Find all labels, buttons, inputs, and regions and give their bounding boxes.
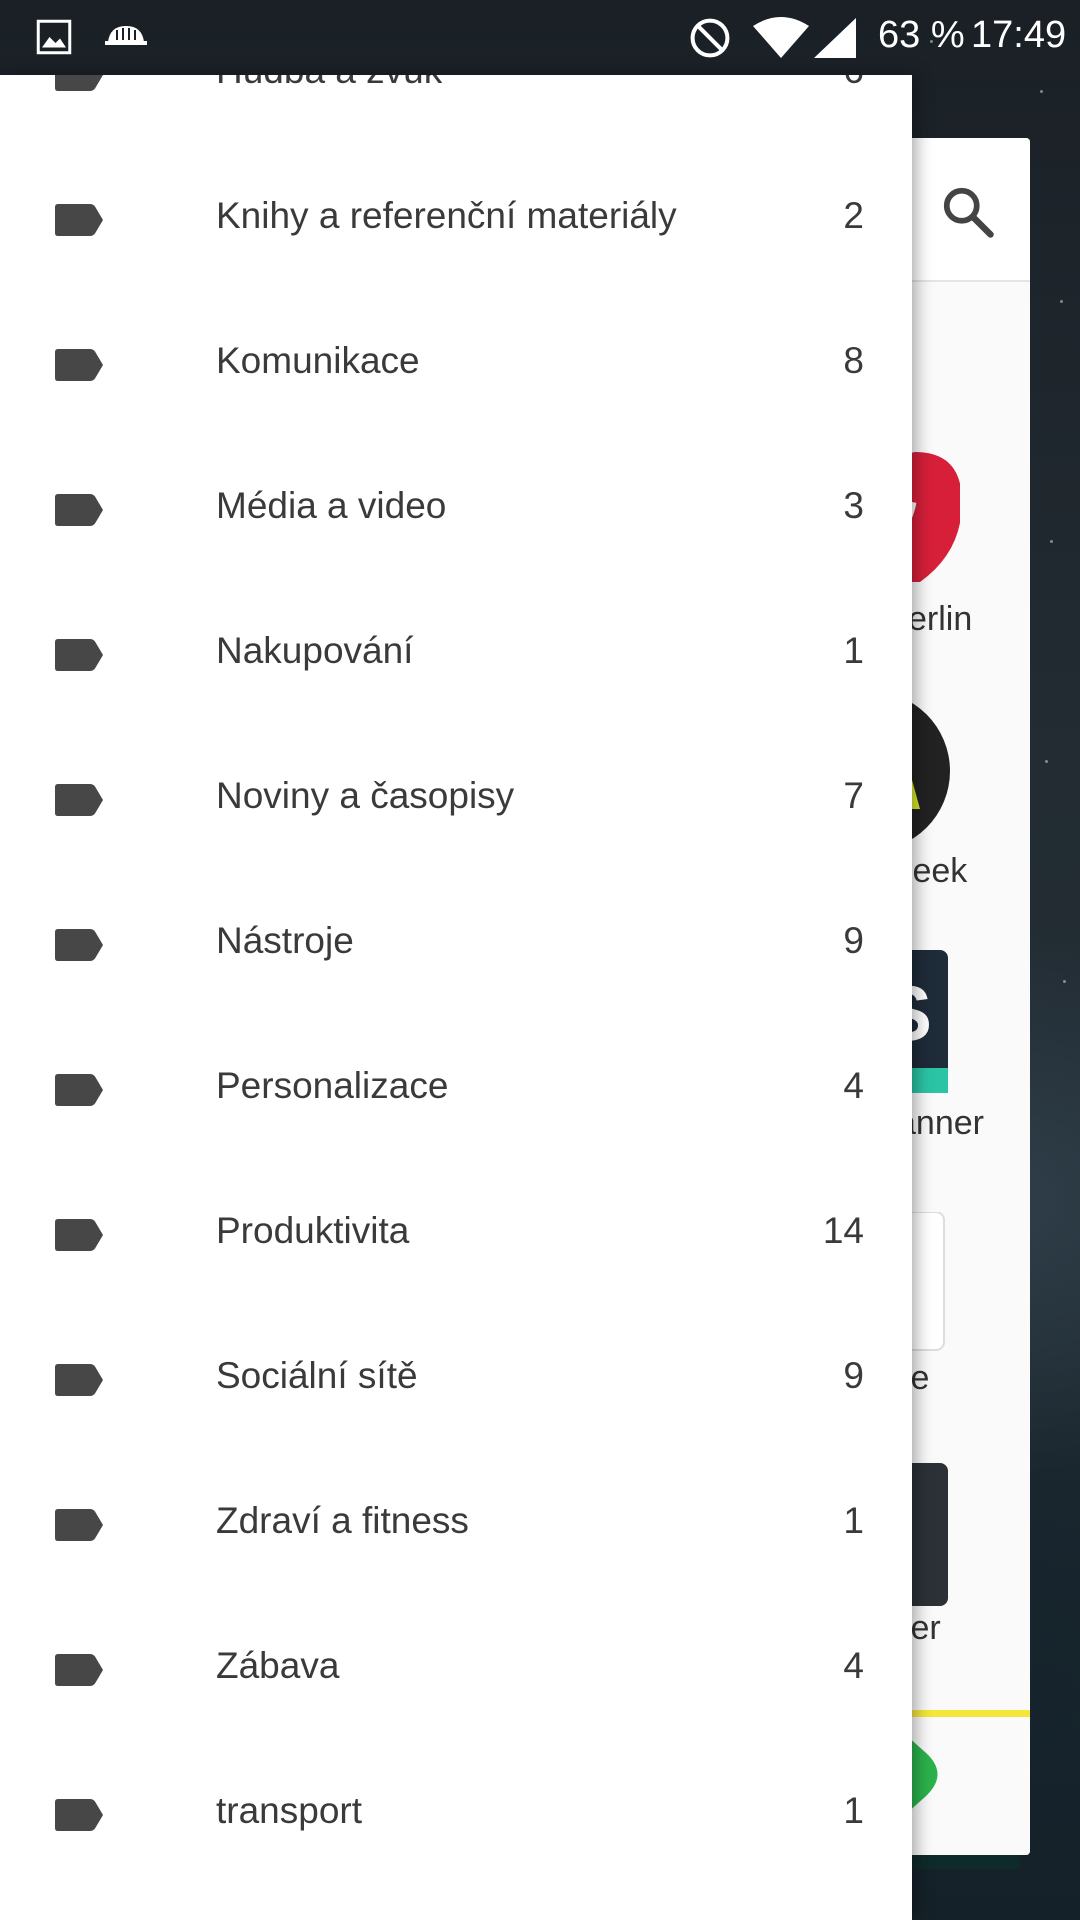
category-label: Personalizace [216,1065,449,1106]
category-item[interactable]: transport 1 [0,1742,912,1887]
label-icon [55,349,103,381]
battery-percentage: 63 % [878,14,965,56]
category-label: Zábava [216,1645,340,1686]
label-icon [55,929,103,961]
category-label: Noviny a časopisy [216,775,515,816]
category-item[interactable]: Zdraví a fitness 1 [0,1452,912,1597]
category-item[interactable]: Média a video 3 [0,437,912,582]
label-icon [55,1364,103,1396]
category-list: Hudba a zvuk 6 Knihy a referenční materi… [0,75,912,1887]
category-item[interactable]: Nástroje 9 [0,872,912,1017]
category-item[interactable]: Noviny a časopisy 7 [0,727,912,872]
category-count: 6 [843,75,864,92]
label-icon [55,1219,103,1251]
star [1050,540,1053,543]
category-label: Produktivita [216,1210,410,1251]
category-label: Zdraví a fitness [216,1500,469,1541]
category-label: Média a video [216,485,447,526]
category-count: 2 [843,195,864,236]
category-item[interactable]: Nakupování 1 [0,582,912,727]
category-label: Hudba a zvuk [216,75,442,92]
label-icon [55,639,103,671]
search-icon[interactable] [938,182,998,242]
cell-signal-icon [814,18,856,58]
category-item[interactable]: Sociální sítě 9 [0,1307,912,1452]
category-item[interactable]: Zábava 4 [0,1597,912,1742]
image-icon [36,19,72,55]
status-bar: 63 % 17:49 [0,0,1080,75]
category-count: 1 [843,1790,864,1831]
label-icon [55,1654,103,1686]
wifi-icon [753,17,809,58]
incognito-icon [105,26,147,45]
category-label: Sociální sítě [216,1355,418,1396]
navigation-drawer: Hudba a zvuk 6 Knihy a referenční materi… [0,75,912,1920]
category-count: 3 [843,485,864,526]
category-label: transport [216,1790,363,1831]
star [1063,980,1066,983]
label-icon [55,1509,103,1541]
category-count: 1 [843,1500,864,1541]
category-count: 8 [843,340,864,381]
category-item[interactable]: Produktivita 14 [0,1162,912,1307]
category-count: 1 [843,630,864,671]
category-count: 9 [843,1355,864,1396]
star [1040,90,1043,93]
category-label: Knihy a referenční materiály [216,195,677,236]
app-label: erlin [908,600,973,638]
category-count: 7 [843,775,864,816]
label-icon [55,75,103,91]
star [1045,760,1048,763]
category-label: Nástroje [216,920,354,961]
category-count: 4 [843,1065,864,1106]
clock: 17:49 [971,14,1067,56]
category-item[interactable]: Komunikace 8 [0,292,912,437]
category-item[interactable]: Hudba a zvuk 6 [0,75,912,147]
category-label: Nakupování [216,630,414,671]
label-icon [55,784,103,816]
label-icon [55,494,103,526]
category-label: Komunikace [216,340,420,381]
label-icon [55,1799,103,1831]
category-item[interactable]: Knihy a referenční materiály 2 [0,147,912,292]
category-count: 14 [822,1210,864,1251]
category-count: 4 [843,1645,864,1686]
do-not-disturb-icon [690,18,730,58]
category-item[interactable]: Personalizace 4 [0,1017,912,1162]
category-count: 9 [843,920,864,961]
label-icon [55,204,103,236]
label-icon [55,1074,103,1106]
star [1060,300,1063,303]
